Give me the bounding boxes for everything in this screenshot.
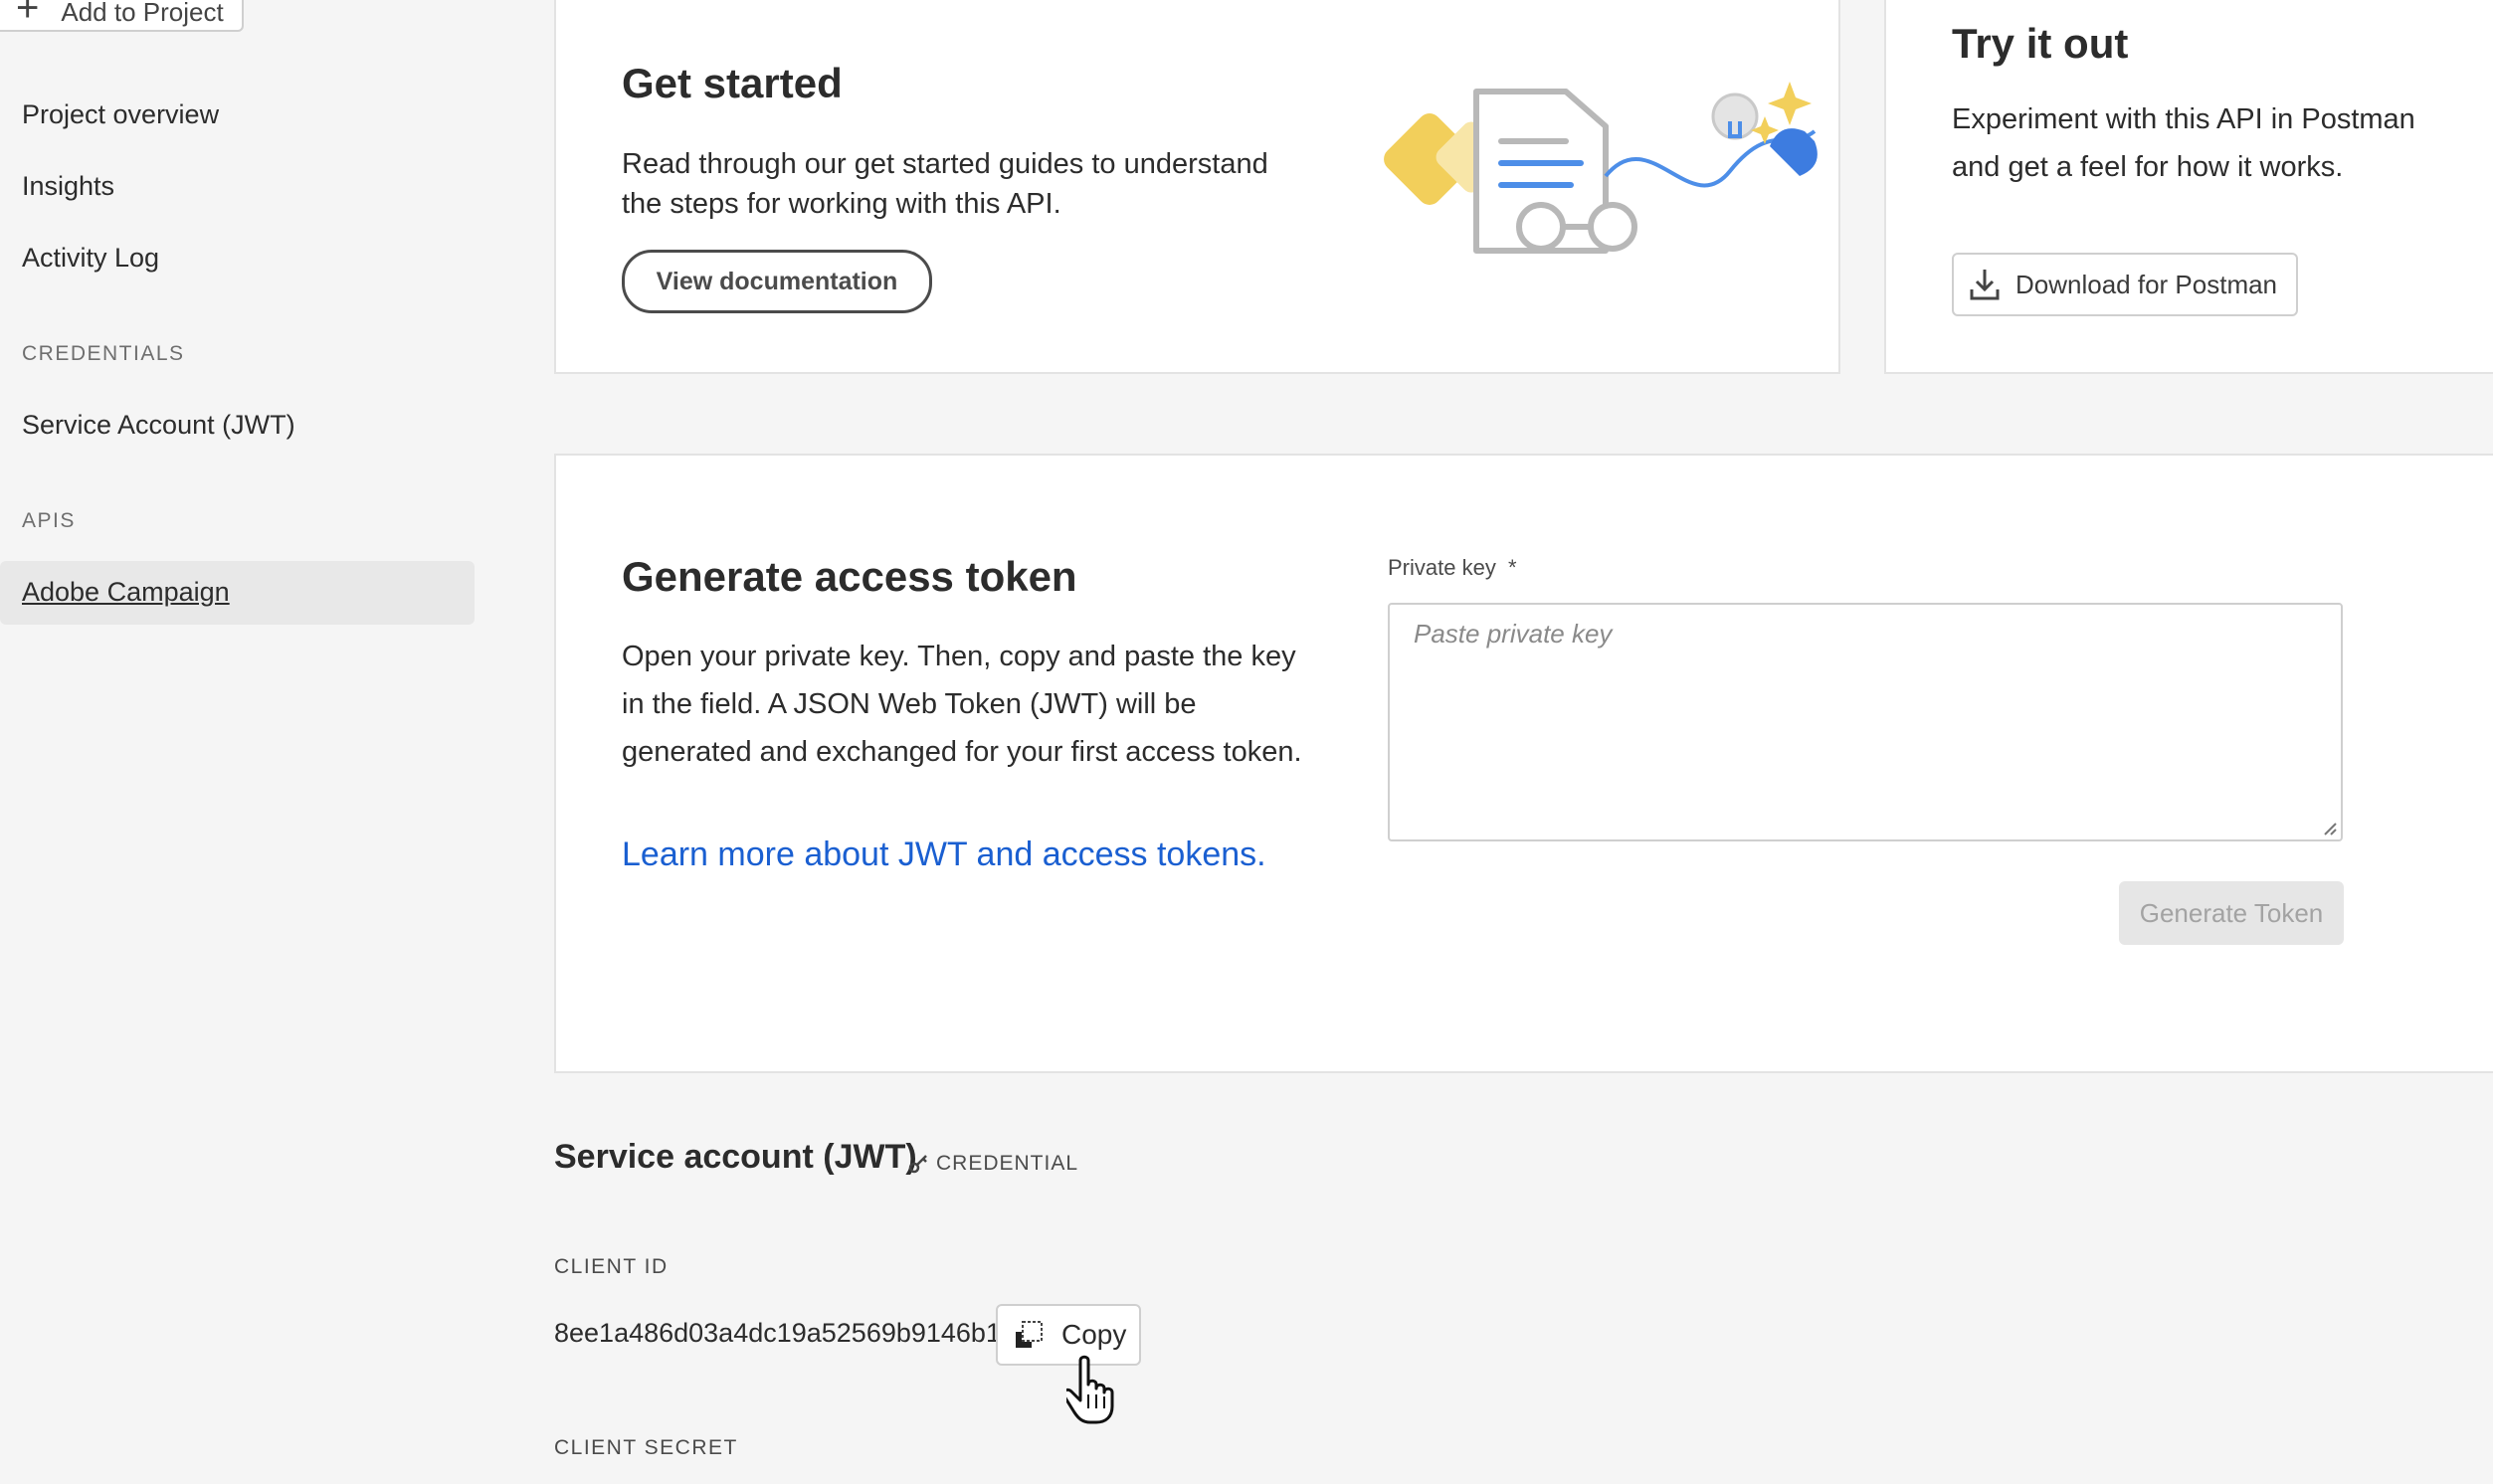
apis-section-heading: APIS xyxy=(22,509,76,532)
service-account-title: Service account (JWT) xyxy=(554,1138,917,1176)
generate-token-card: Generate access token Open your private … xyxy=(554,454,2493,1073)
view-documentation-button[interactable]: View documentation xyxy=(622,250,932,313)
download-icon xyxy=(1970,270,2000,300)
copy-label: Copy xyxy=(1061,1319,1127,1350)
get-started-title: Get started xyxy=(622,60,843,106)
download-for-postman-button[interactable]: Download for Postman xyxy=(1952,253,2298,316)
learn-more-jwt-link[interactable]: Learn more about JWT and access tokens. xyxy=(622,835,1266,874)
add-to-project-button[interactable]: + Add to Project xyxy=(0,0,244,32)
sidebar-item-service-account[interactable]: Service Account (JWT) xyxy=(22,410,295,441)
private-key-textarea[interactable]: Paste private key xyxy=(1388,603,2343,841)
try-it-out-title: Try it out xyxy=(1952,20,2129,67)
sidebar-item-activity-log[interactable]: Activity Log xyxy=(22,243,159,274)
private-key-label: Private key * xyxy=(1388,555,1517,581)
private-key-label-text: Private key xyxy=(1388,555,1496,580)
generate-token-description: Open your private key. Then, copy and pa… xyxy=(622,641,1302,768)
documentation-illustration xyxy=(1384,82,1818,254)
credential-badge-label: CREDENTIAL xyxy=(936,1152,1079,1175)
sidebar-item-project-overview[interactable]: Project overview xyxy=(22,99,219,130)
generate-token-button[interactable]: Generate Token xyxy=(2119,881,2344,945)
key-icon xyxy=(908,1155,927,1174)
get-started-card: Get started Read through our get started… xyxy=(554,0,1840,374)
credential-badge: CREDENTIAL xyxy=(908,1152,1078,1176)
hand-pointer-cursor-icon xyxy=(1066,1355,1114,1424)
sidebar-item-adobe-campaign-label: Adobe Campaign xyxy=(22,577,230,607)
add-to-project-label: Add to Project xyxy=(61,0,224,27)
client-id-value: 8ee1a486d03a4dc19a52569b9146b1ad xyxy=(554,1318,1031,1348)
get-started-description: Read through our get started guides to u… xyxy=(622,148,1268,220)
try-it-out-card: Try it out Experiment with this API in P… xyxy=(1884,0,2493,374)
client-secret-label: CLIENT SECRET xyxy=(554,1436,738,1459)
try-it-out-description: Experiment with this API in Postman and … xyxy=(1952,103,2415,183)
generate-token-title: Generate access token xyxy=(622,553,1077,600)
download-for-postman-label: Download for Postman xyxy=(2015,269,2278,299)
copy-icon xyxy=(1016,1321,1043,1348)
private-key-placeholder: Paste private key xyxy=(1414,619,1613,649)
credentials-section-heading: CREDENTIALS xyxy=(22,342,185,365)
sidebar-item-insights[interactable]: Insights xyxy=(22,171,114,202)
sidebar-item-adobe-campaign[interactable]: Adobe Campaign xyxy=(0,561,475,625)
required-asterisk: * xyxy=(1507,555,1517,580)
resize-handle-icon[interactable] xyxy=(2321,820,2337,835)
plus-icon: + xyxy=(16,0,40,30)
client-id-label: CLIENT ID xyxy=(554,1255,669,1278)
